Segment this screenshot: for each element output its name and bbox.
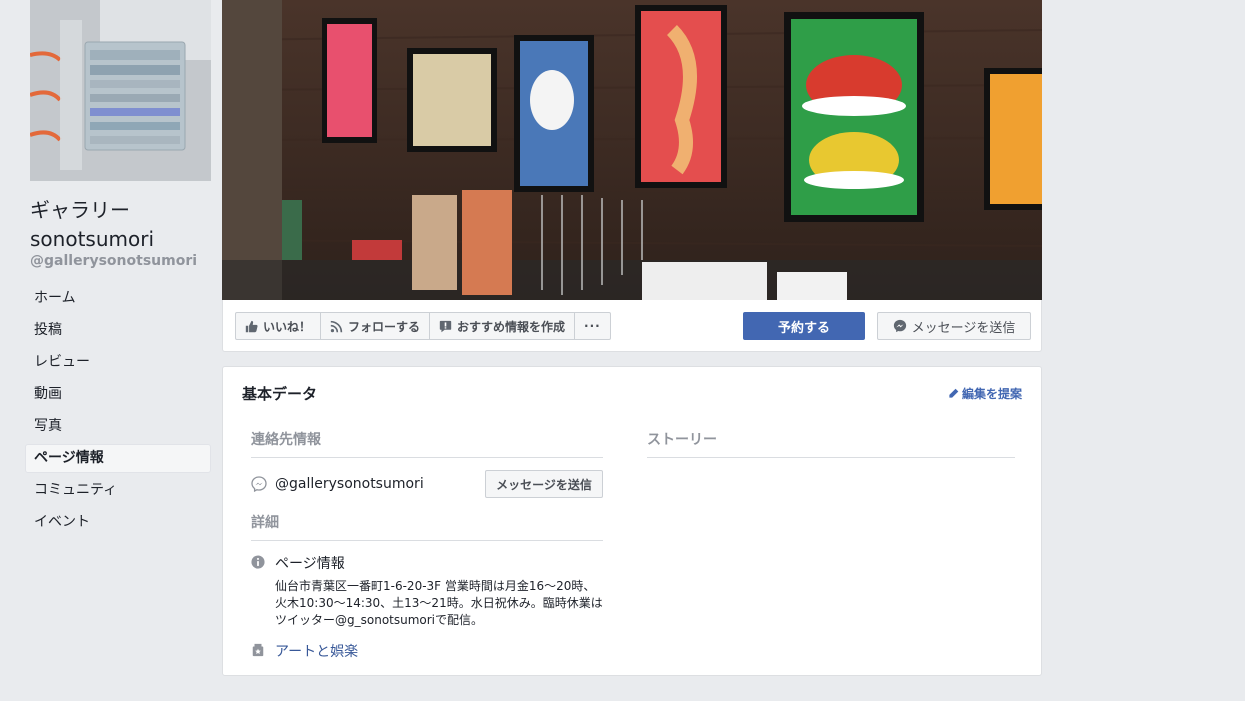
more-button[interactable]: ···: [575, 312, 611, 340]
speech-bubble-icon: [439, 320, 452, 332]
page-info-row: ページ情報 仙台市青葉区一番町1-6-20-3F 営業時間は月金16～20時、火…: [251, 553, 603, 629]
send-message-button[interactable]: メッセージを送信: [877, 312, 1031, 340]
about-left-column: 連絡先情報 @gallerysonotsumori メッセージを送信 詳細 ペー…: [251, 429, 603, 661]
contact-info-heading: 連絡先情報: [251, 429, 603, 458]
sidebar-item-photos[interactable]: 写真: [25, 412, 211, 441]
sidebar-item-videos[interactable]: 動画: [25, 380, 211, 409]
details-heading: 詳細: [251, 512, 603, 541]
recommend-button-label: おすすめ情報を作成: [457, 319, 566, 334]
cover-photo[interactable]: [222, 0, 1042, 300]
thumbs-up-icon: [245, 320, 258, 332]
story-heading: ストーリー: [647, 429, 1015, 458]
sidebar-item-about[interactable]: ページ情報: [25, 444, 211, 473]
sidebar-item-reviews[interactable]: レビュー: [25, 348, 211, 377]
profile-photo[interactable]: [30, 0, 211, 181]
page-info-body: 仙台市青葉区一番町1-6-20-3F 営業時間は月金16～20時、火木10:30…: [275, 579, 603, 627]
messenger-icon: [893, 319, 906, 333]
suggest-edit-label: 編集を提案: [961, 387, 1022, 401]
rss-icon: [330, 320, 343, 332]
action-button-group: いいね！ フォローする おすすめ情報を作成 ···: [235, 312, 611, 340]
contact-row: @gallerysonotsumori メッセージを送信: [251, 458, 603, 512]
messenger-icon: [251, 476, 267, 492]
page-action-bar: いいね！ フォローする おすすめ情報を作成 ··· 予約する メッセージを送信: [222, 300, 1042, 352]
about-card: 基本データ 編集を提案 連絡先情報 @gallerysonotsumori メッ…: [222, 366, 1042, 676]
page-name-line2: sonotsumori: [30, 227, 155, 251]
info-icon: [251, 555, 265, 569]
page-handle[interactable]: @gallerysonotsumori: [30, 253, 197, 269]
follow-button[interactable]: フォローする: [321, 312, 431, 340]
page-info-title: ページ情報: [275, 556, 345, 572]
pencil-icon: [949, 388, 959, 398]
page-name-line1: ギャラリー: [30, 198, 130, 222]
sidebar-nav: ホーム 投稿 レビュー 動画 写真 ページ情報 コミュニティ イベント: [25, 284, 211, 540]
about-title: 基本データ: [242, 385, 318, 403]
sidebar-item-community[interactable]: コミュニティ: [25, 476, 211, 505]
profile-photo-image: [30, 0, 211, 181]
contact-send-message-button[interactable]: メッセージを送信: [485, 470, 603, 498]
page-name[interactable]: ギャラリー sonotsumori: [30, 196, 215, 254]
like-button[interactable]: いいね！: [235, 312, 322, 340]
like-button-label: いいね！: [263, 319, 312, 334]
book-now-button[interactable]: 予約する: [743, 312, 865, 340]
more-icon: ···: [584, 319, 601, 333]
suggest-edit-link[interactable]: 編集を提案: [948, 385, 1022, 402]
sidebar-item-posts[interactable]: 投稿: [25, 316, 211, 345]
category-row: アートと娯楽: [251, 641, 603, 661]
follow-button-label: フォローする: [348, 319, 421, 334]
about-right-column: ストーリー: [647, 429, 1015, 458]
send-message-label: メッセージを送信: [911, 320, 1016, 336]
cover-photo-image: [222, 0, 1042, 300]
recommend-button[interactable]: おすすめ情報を作成: [430, 312, 576, 340]
category-icon: [252, 643, 264, 657]
contact-handle[interactable]: @gallerysonotsumori: [275, 476, 424, 492]
sidebar-item-events[interactable]: イベント: [25, 508, 211, 537]
sidebar-item-home[interactable]: ホーム: [25, 284, 211, 313]
category-link[interactable]: アートと娯楽: [275, 644, 358, 660]
